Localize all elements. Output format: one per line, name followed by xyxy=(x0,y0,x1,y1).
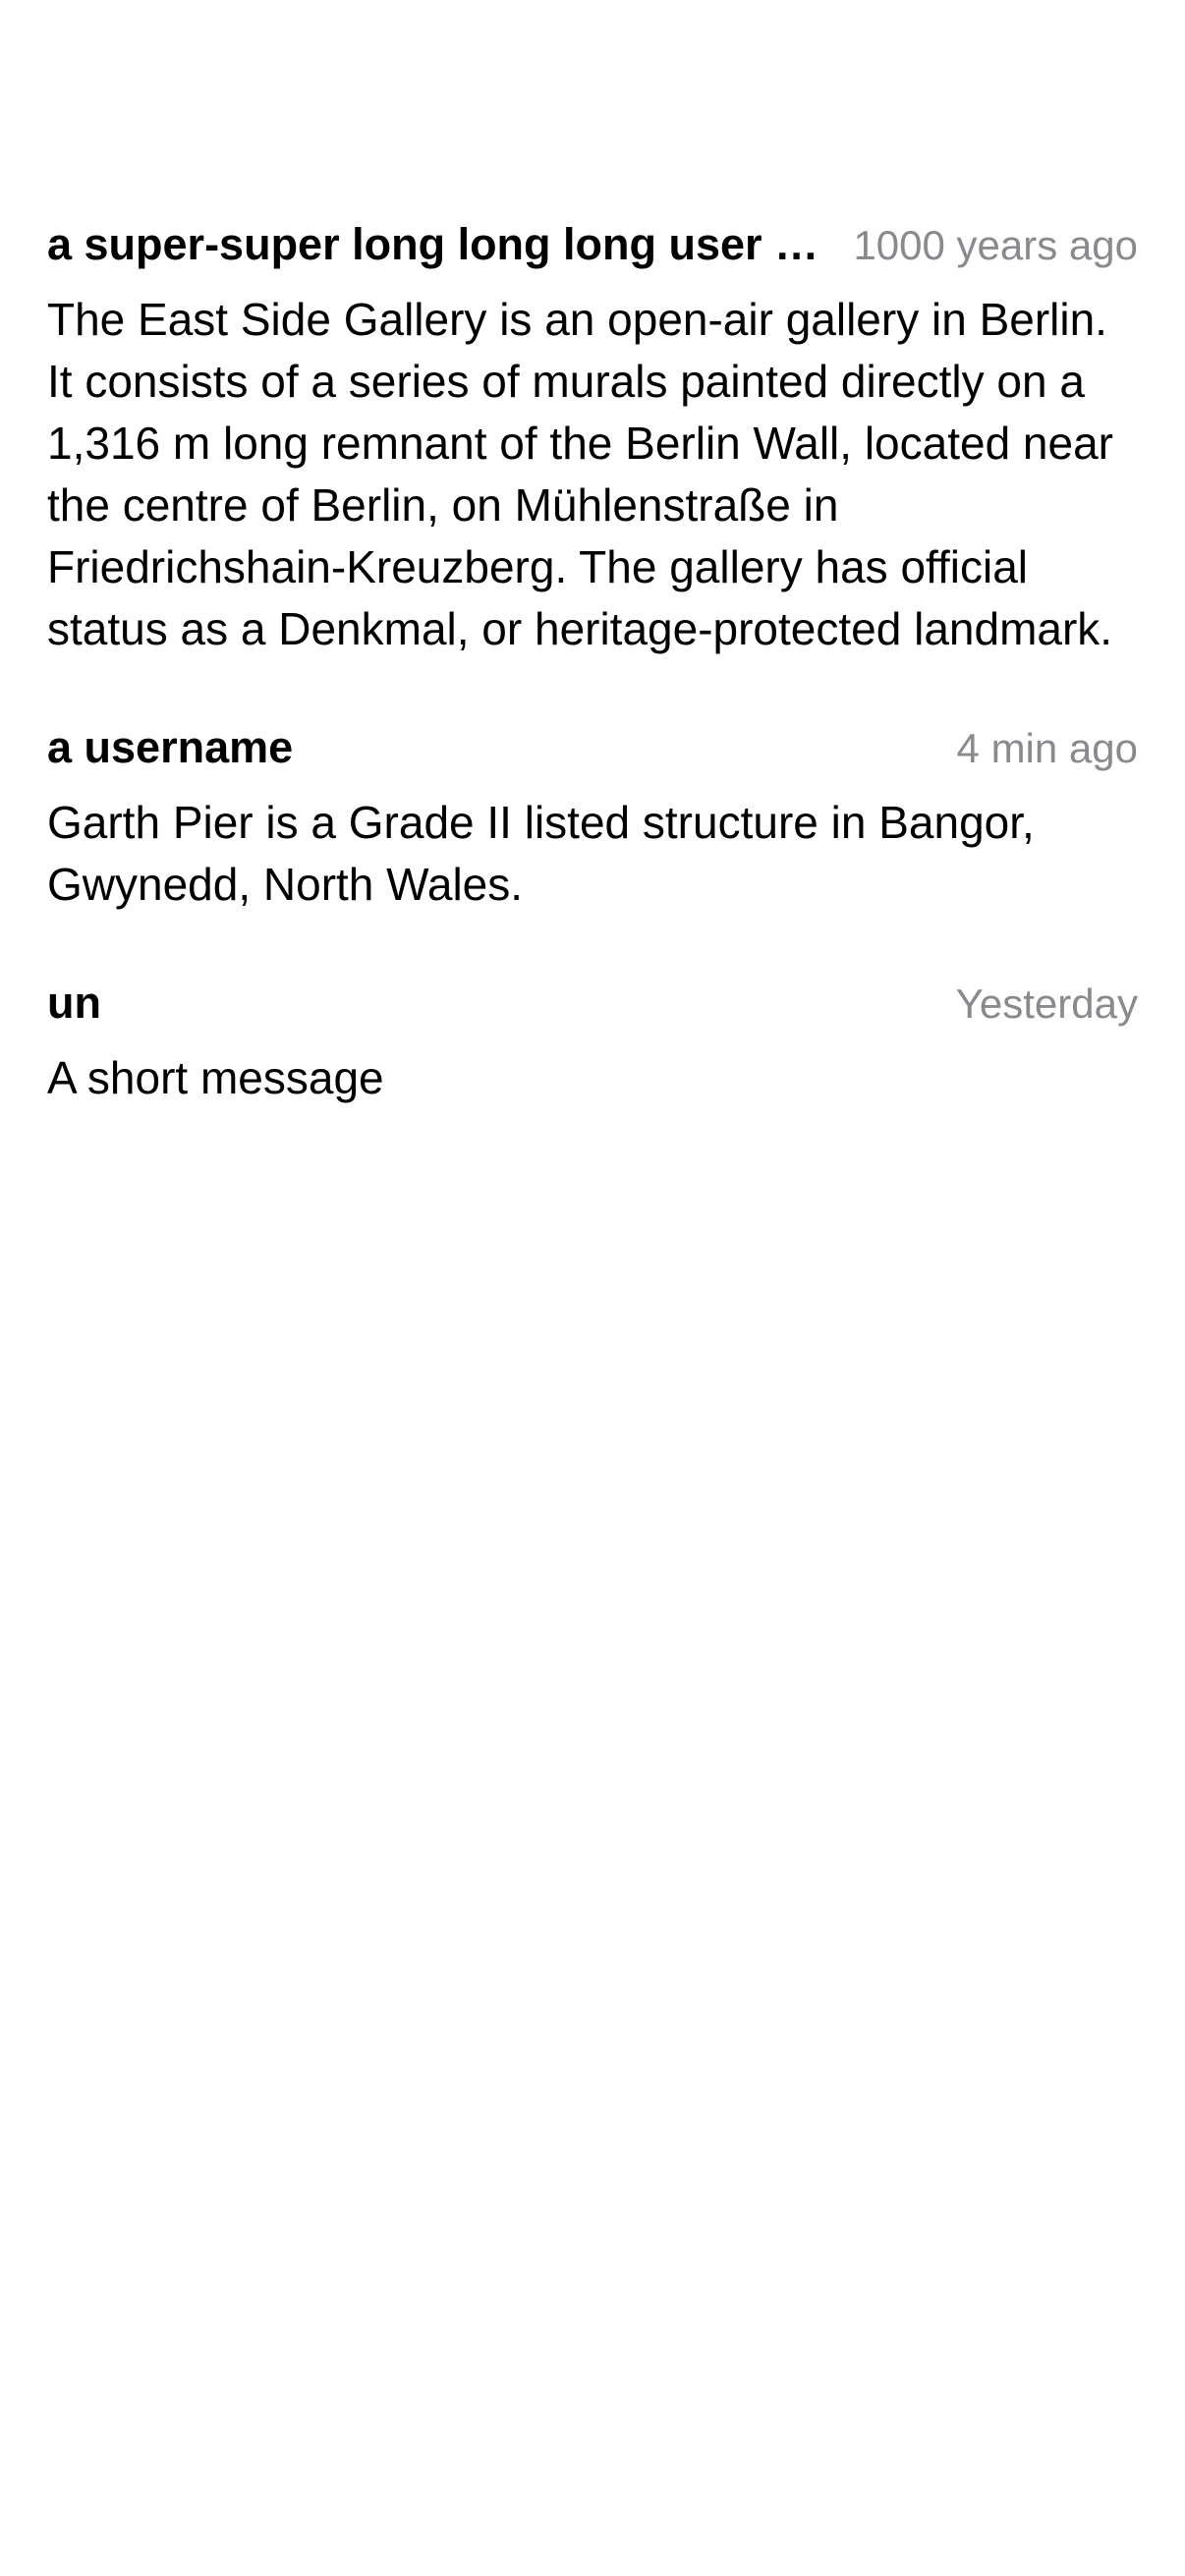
comment-timestamp: 1000 years ago xyxy=(853,222,1138,268)
comment-message: Garth Pier is a Grade II listed structur… xyxy=(47,797,1035,910)
comment-item[interactable]: un Yesterday A short message xyxy=(47,969,1138,1109)
comment-username: un xyxy=(47,978,101,1028)
comment-header: un Yesterday xyxy=(47,969,1138,1037)
comment-list: a super-super long long long user name 1… xyxy=(47,210,1138,1162)
comment-header: a username 4 min ago xyxy=(47,713,1138,782)
comment-username: a super-super long long long user name xyxy=(47,219,854,269)
comment-item[interactable]: a username 4 min ago Garth Pier is a Gra… xyxy=(47,713,1138,916)
comment-message: A short message xyxy=(47,1052,384,1103)
comment-message: The East Side Gallery is an open-air gal… xyxy=(47,294,1113,654)
comment-username: a username xyxy=(47,722,294,772)
comment-timestamp: Yesterday xyxy=(955,980,1138,1027)
comment-header: a super-super long long long user name 1… xyxy=(47,210,1138,279)
comment-timestamp: 4 min ago xyxy=(956,725,1138,771)
comment-item[interactable]: a super-super long long long user name 1… xyxy=(47,210,1138,660)
